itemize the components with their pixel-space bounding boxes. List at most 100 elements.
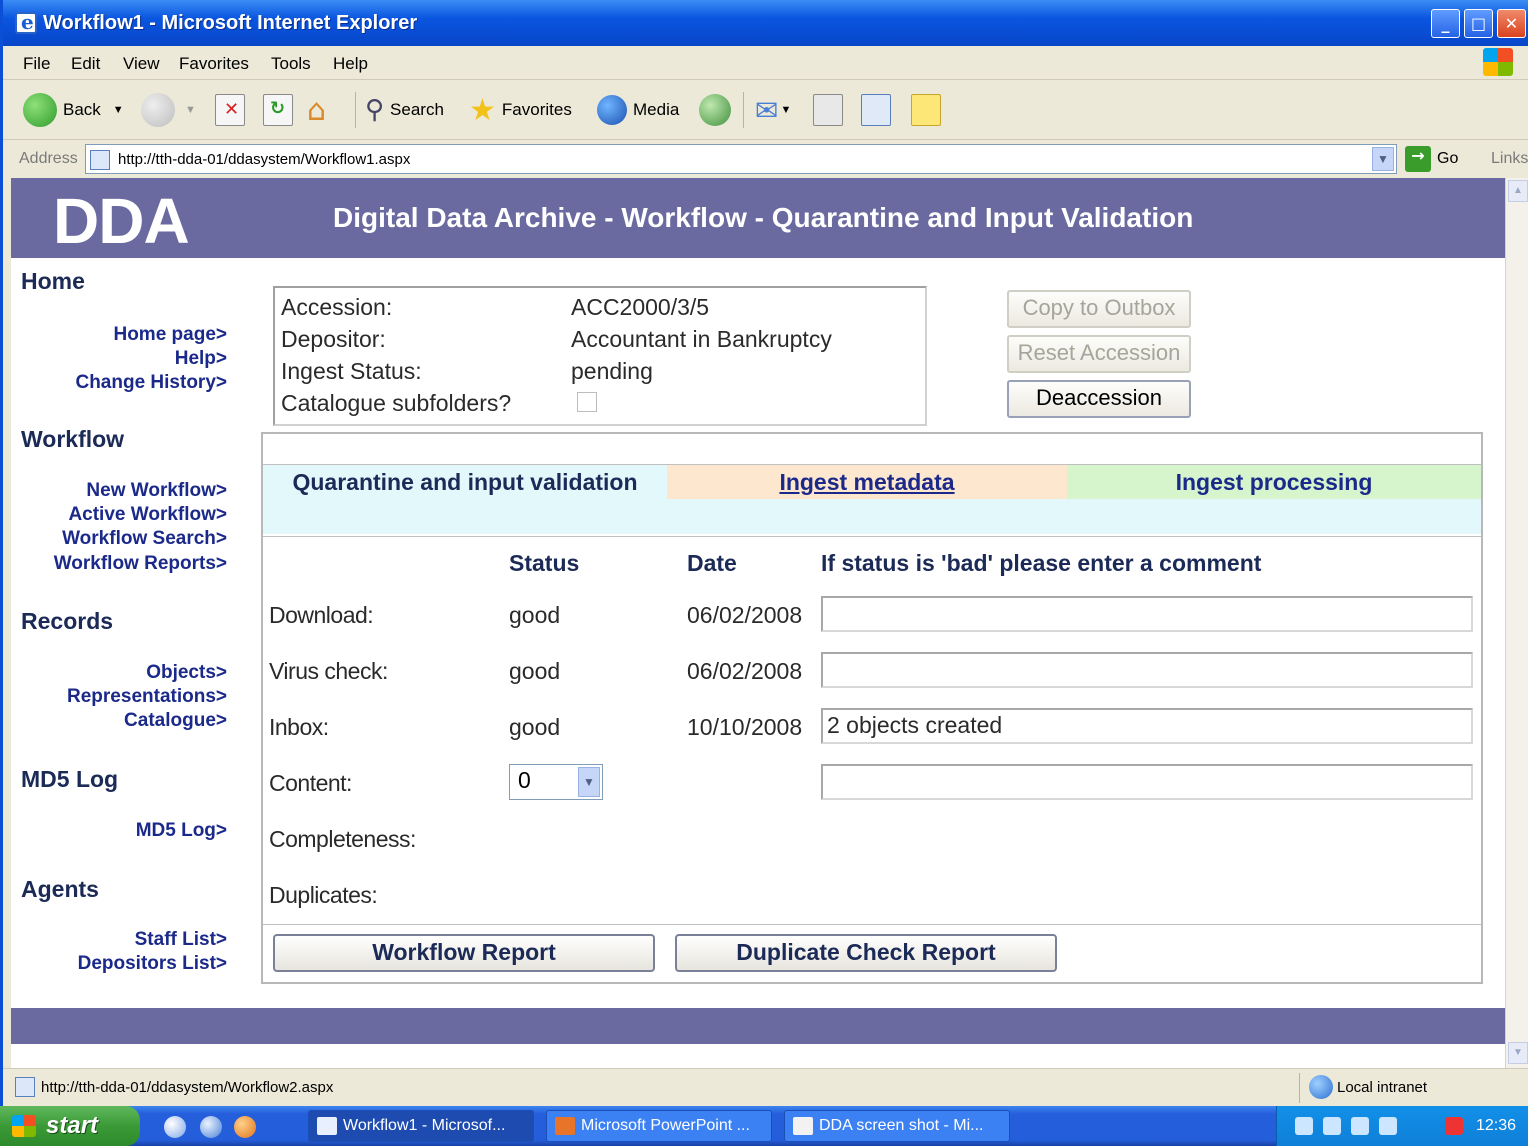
chevron-down-icon[interactable]: ▼ — [780, 104, 791, 116]
go-arrow-icon: → — [1405, 146, 1431, 172]
nav-link-help[interactable]: Help> — [175, 348, 227, 370]
step-ingest-metadata-link[interactable]: Ingest metadata — [667, 465, 1067, 499]
vertical-scrollbar[interactable]: ▲ ▼ — [1505, 178, 1528, 1068]
comment-input-download[interactable] — [821, 596, 1473, 632]
powerpoint-icon — [555, 1117, 575, 1135]
ie-app-icon — [15, 10, 37, 34]
chevron-down-icon[interactable]: ▼ — [578, 767, 600, 797]
title-bar[interactable]: Workflow1 - Microsoft Internet Explorer … — [3, 0, 1528, 46]
quicklaunch-ie-icon[interactable] — [164, 1116, 186, 1138]
nav-link-workflow-search[interactable]: Workflow Search> — [62, 528, 227, 550]
catalogue-subfolders-label: Catalogue subfolders? — [281, 390, 512, 416]
system-tray: 12:36 — [1276, 1106, 1528, 1146]
nav-link-change-history[interactable]: Change History> — [75, 372, 227, 394]
nav-link-catalogue[interactable]: Catalogue> — [124, 710, 227, 732]
address-bar: Address http://tth-dda-01/ddasystem/Work… — [3, 140, 1528, 178]
clock[interactable]: 12:36 — [1476, 1117, 1516, 1135]
page-icon — [90, 150, 110, 170]
search-button[interactable]: ⚲ Search — [365, 90, 444, 130]
workflow-panel: Quarantine and input validation Ingest m… — [261, 432, 1483, 984]
nav-link-depositors-list[interactable]: Depositors List> — [78, 953, 227, 975]
print-button[interactable] — [813, 90, 843, 130]
discuss-button[interactable] — [911, 90, 941, 130]
nav-link-home-page[interactable]: Home page> — [113, 324, 227, 346]
scroll-down-icon[interactable]: ▼ — [1508, 1042, 1528, 1064]
forward-button[interactable]: ▼ — [141, 90, 196, 130]
task-dda-screenshot[interactable]: DDA screen shot - Mi... — [784, 1110, 1010, 1142]
maximize-button[interactable]: □ — [1464, 9, 1493, 38]
nav-link-active-workflow[interactable]: Active Workflow> — [68, 504, 227, 526]
chevron-down-icon[interactable]: ▼ — [113, 104, 124, 116]
refresh-icon: ↻ — [263, 94, 293, 126]
mail-button[interactable]: ✉ ▼ — [755, 90, 791, 130]
security-zone: Local intranet — [1337, 1079, 1428, 1096]
back-button[interactable]: Back ▼ — [23, 90, 124, 130]
copy-to-outbox-button[interactable]: Copy to Outbox — [1007, 290, 1191, 328]
duplicate-check-report-button[interactable]: Duplicate Check Report — [675, 934, 1057, 972]
quicklaunch-media-icon[interactable] — [234, 1116, 256, 1138]
menu-help[interactable]: Help — [333, 54, 368, 74]
task-powerpoint[interactable]: Microsoft PowerPoint ... — [546, 1110, 772, 1142]
tray-network-icon[interactable] — [1295, 1117, 1313, 1135]
nav-link-md5-log[interactable]: MD5 Log> — [136, 820, 227, 842]
divider — [1299, 1073, 1300, 1103]
menu-edit[interactable]: Edit — [71, 54, 100, 74]
comment-input-content[interactable] — [821, 764, 1473, 800]
row-label-duplicates: Duplicates: — [269, 882, 378, 908]
links-button[interactable]: Links — [1491, 150, 1528, 168]
reset-accession-button[interactable]: Reset Accession — [1007, 335, 1191, 373]
accession-label: Accession: — [281, 294, 393, 320]
search-icon: ⚲ — [365, 95, 385, 125]
row-label-inbox: Inbox: — [269, 714, 329, 740]
chevron-down-icon[interactable]: ▼ — [185, 104, 196, 116]
row-date-download: 06/02/2008 — [687, 602, 803, 628]
content-select[interactable]: 0 ▼ — [509, 764, 603, 800]
comment-input-virus-check[interactable] — [821, 652, 1473, 688]
edit-button[interactable] — [861, 90, 891, 130]
page-icon — [15, 1077, 35, 1097]
comment-input-inbox[interactable]: 2 objects created — [821, 708, 1473, 744]
chevron-down-icon[interactable]: ▼ — [1372, 147, 1394, 171]
go-button[interactable]: → Go — [1405, 146, 1458, 172]
tray-monitor-icon[interactable] — [1323, 1117, 1341, 1135]
column-header-date: Date — [687, 550, 737, 576]
menu-file[interactable]: File — [23, 54, 50, 74]
menu-tools[interactable]: Tools — [271, 54, 311, 74]
nav-link-objects[interactable]: Objects> — [146, 662, 227, 684]
nav-link-staff-list[interactable]: Staff List> — [135, 929, 227, 951]
menu-favorites[interactable]: Favorites — [179, 54, 249, 74]
nav-link-representations[interactable]: Representations> — [67, 686, 227, 708]
depositor-label: Depositor: — [281, 326, 386, 352]
nav-link-new-workflow[interactable]: New Workflow> — [86, 480, 227, 502]
tray-security-icon[interactable] — [1445, 1117, 1463, 1135]
stop-button[interactable]: ✕ — [215, 90, 245, 130]
row-status-inbox: good — [509, 714, 561, 740]
catalogue-subfolders-checkbox[interactable] — [577, 392, 597, 412]
nav-heading-home: Home — [21, 268, 85, 294]
task-workflow1[interactable]: Workflow1 - Microsof... — [308, 1110, 534, 1142]
nav-link-workflow-reports[interactable]: Workflow Reports> — [54, 553, 227, 575]
toolbar: Back ▼ ▼ ✕ ↻ ⌂ ⚲ Search ★ Favorites Medi… — [3, 80, 1528, 140]
address-url[interactable]: http://tth-dda-01/ddasystem/Workflow1.as… — [118, 151, 410, 168]
divider — [263, 536, 1481, 537]
quicklaunch-desktop-icon[interactable] — [200, 1116, 222, 1138]
task-workflow1-label: Workflow1 - Microsof... — [343, 1117, 506, 1134]
media-icon — [597, 95, 627, 125]
tray-connection-icon[interactable] — [1351, 1117, 1369, 1135]
minimize-button[interactable]: _ — [1431, 9, 1460, 38]
scroll-up-icon[interactable]: ▲ — [1508, 180, 1528, 202]
favorites-button[interactable]: ★ Favorites — [469, 90, 572, 130]
close-button[interactable]: ✕ — [1497, 9, 1526, 38]
address-input[interactable]: http://tth-dda-01/ddasystem/Workflow1.as… — [85, 144, 1397, 174]
deaccession-button[interactable]: Deaccession — [1007, 380, 1191, 418]
home-button[interactable]: ⌂ — [307, 90, 326, 130]
history-button[interactable] — [699, 90, 731, 130]
workflow-report-button[interactable]: Workflow Report — [273, 934, 655, 972]
tray-wireless-icon[interactable] — [1379, 1117, 1397, 1135]
menu-view[interactable]: View — [123, 54, 160, 74]
start-button[interactable]: start — [0, 1106, 140, 1146]
media-button[interactable]: Media — [597, 90, 679, 130]
column-header-status: Status — [509, 550, 580, 576]
content-select-value: 0 — [518, 767, 531, 793]
refresh-button[interactable]: ↻ — [263, 90, 293, 130]
